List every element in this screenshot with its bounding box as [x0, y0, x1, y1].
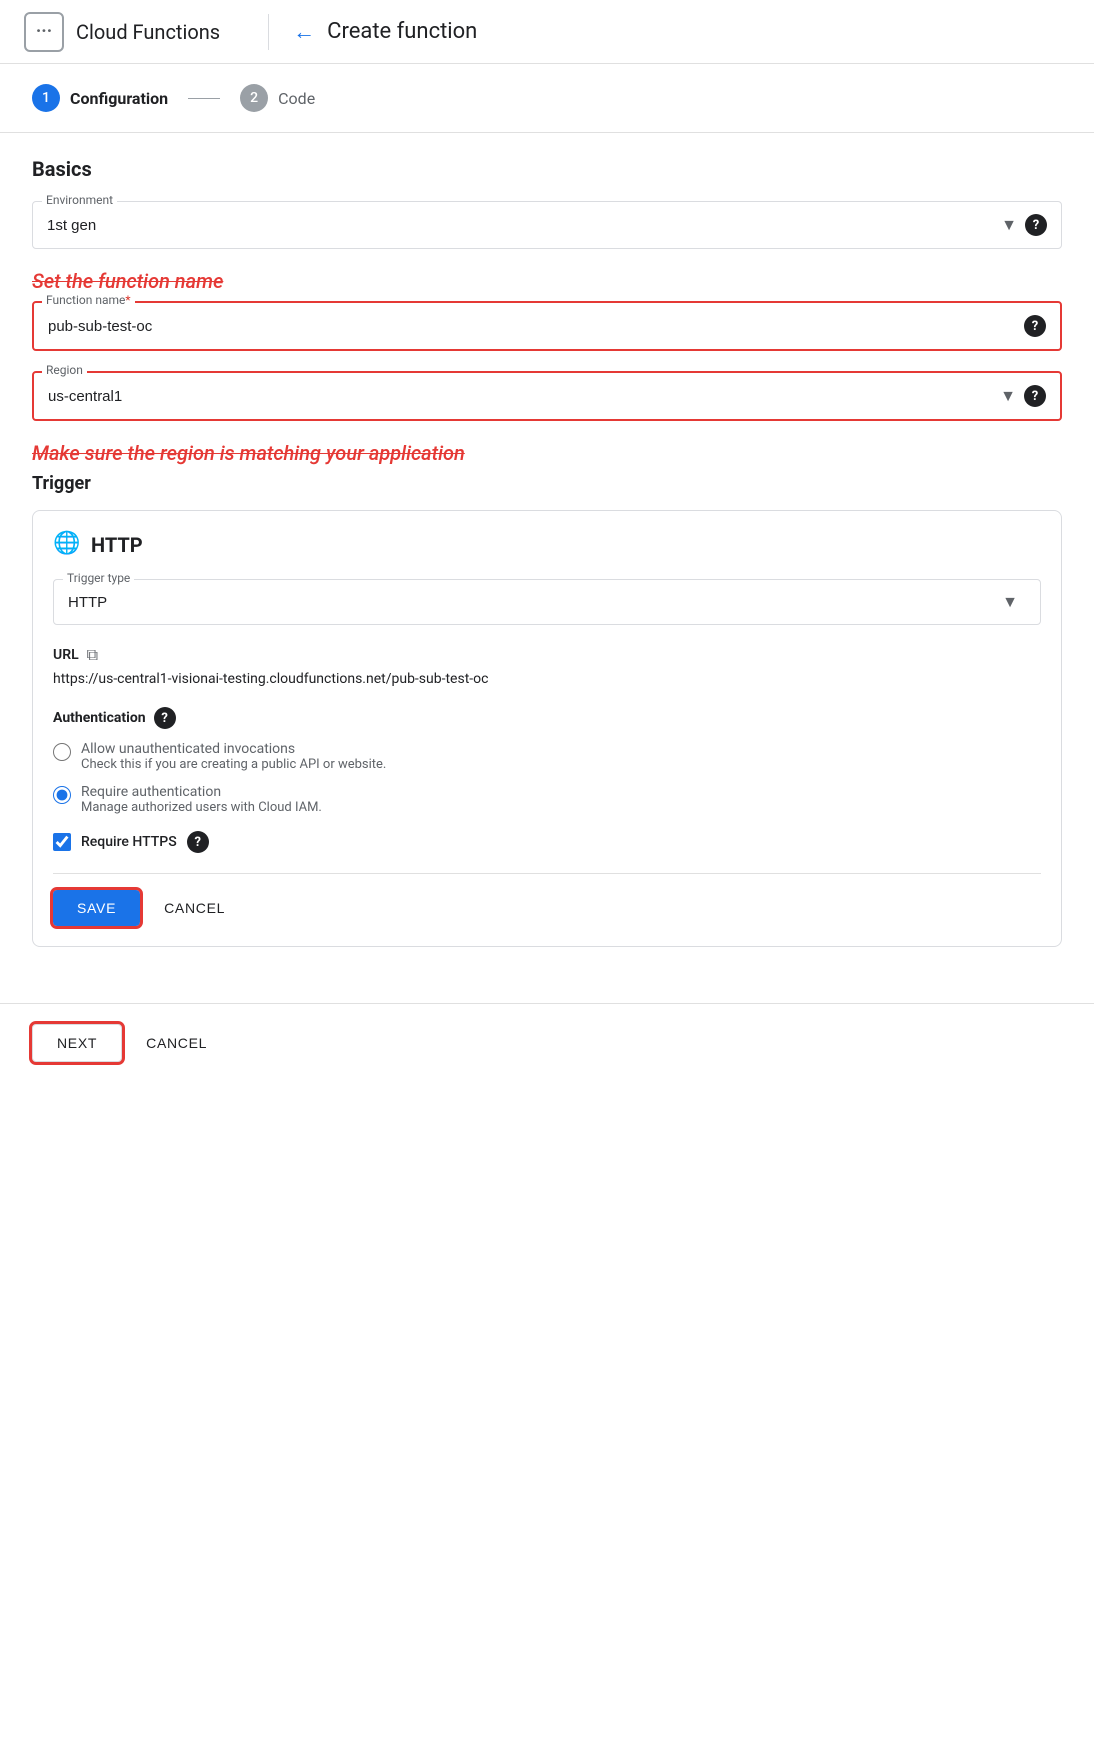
url-section: URL ⧉ https://us-central1-visionai-testi… [53, 645, 1041, 687]
back-arrow-icon[interactable]: ← [293, 19, 315, 45]
basics-title: Basics [32, 157, 1062, 181]
step-1-circle: 1 [32, 84, 60, 112]
step-1: 1 Configuration [32, 84, 168, 112]
annotation-function-name: Set the function name [32, 269, 1062, 293]
radio-auth-text: Require authentication Manage authorized… [81, 784, 322, 815]
environment-field: Environment ▼ ? [32, 201, 1062, 249]
globe-icon: 🌐 [53, 531, 81, 559]
trigger-type-field: Trigger type ▼ [53, 579, 1041, 625]
function-name-help-icon[interactable]: ? [1024, 315, 1046, 337]
step-2-label: Code [278, 89, 315, 108]
environment-dropdown-icon[interactable]: ▼ [1001, 215, 1017, 235]
region-input-wrapper: ▼ ? [32, 371, 1062, 421]
radio-auth-sub: Manage authorized users with Cloud IAM. [81, 800, 322, 815]
trigger-card-title: HTTP [91, 533, 143, 557]
cancel-button[interactable]: CANCEL [156, 890, 233, 926]
step-2: 2 Code [240, 84, 315, 112]
radio-unauth-text: Allow unauthenticated invocations Check … [81, 741, 386, 772]
trigger-card-header: 🌐 HTTP [53, 531, 1041, 559]
environment-help-icon[interactable]: ? [1025, 214, 1047, 236]
region-dropdown-icon[interactable]: ▼ [1000, 386, 1016, 406]
step-1-label: Configuration [70, 89, 168, 108]
main-content: Basics Environment ▼ ? Set the function … [0, 133, 1094, 995]
function-name-input[interactable] [48, 318, 1024, 335]
trigger-card: 🌐 HTTP Trigger type ▼ URL ⧉ https://us-c… [32, 510, 1062, 947]
function-name-field: Function name* ? [32, 301, 1062, 351]
environment-input[interactable] [47, 217, 1001, 234]
function-name-input-wrapper: ? [32, 301, 1062, 351]
logo-icon: ··· [24, 12, 64, 52]
region-help-icon[interactable]: ? [1024, 385, 1046, 407]
region-input[interactable] [48, 388, 1000, 405]
app-name: Cloud Functions [76, 20, 220, 44]
auth-help-icon[interactable]: ? [154, 707, 176, 729]
auth-section: Authentication ? Allow unauthenticated i… [53, 707, 1041, 853]
step-connector [188, 98, 220, 99]
environment-input-wrapper: ▼ ? [32, 201, 1062, 249]
trigger-type-input-wrapper: ▼ [53, 579, 1041, 625]
url-value: https://us-central1-visionai-testing.clo… [53, 671, 488, 687]
trigger-section-title: Trigger [32, 473, 1062, 494]
environment-label: Environment [42, 193, 117, 207]
required-marker: * [125, 293, 130, 307]
radio-unauthenticated: Allow unauthenticated invocations Check … [53, 741, 1041, 772]
cancel-bottom-button[interactable]: CANCEL [138, 1025, 215, 1061]
https-row: Require HTTPS ? [53, 831, 1041, 853]
card-actions: SAVE CANCEL [53, 873, 1041, 926]
app-logo: ··· Cloud Functions [24, 12, 220, 52]
bottom-actions: NEXT CANCEL [0, 1003, 1094, 1082]
header: ··· Cloud Functions ← Create function [0, 0, 1094, 64]
trigger-type-label: Trigger type [63, 571, 134, 585]
radio-unauth-input[interactable] [53, 743, 71, 761]
stepper: 1 Configuration 2 Code [0, 64, 1094, 133]
radio-auth-label: Require authentication [81, 784, 322, 800]
page-title: Create function [327, 19, 477, 44]
annotation-region: Make sure the region is matching your ap… [32, 441, 1062, 465]
radio-authenticated: Require authentication Manage authorized… [53, 784, 1041, 815]
step-2-circle: 2 [240, 84, 268, 112]
url-label-row: URL ⧉ [53, 645, 1041, 665]
copy-icon[interactable]: ⧉ [87, 645, 98, 665]
https-help-icon[interactable]: ? [187, 831, 209, 853]
next-button[interactable]: NEXT [32, 1024, 122, 1062]
save-button[interactable]: SAVE [53, 890, 140, 926]
https-label: Require HTTPS [81, 834, 177, 850]
https-checkbox[interactable] [53, 833, 71, 851]
radio-auth-input[interactable] [53, 786, 71, 804]
function-name-label: Function name* [42, 293, 135, 307]
trigger-type-input[interactable] [68, 594, 1002, 611]
radio-unauth-sub: Check this if you are creating a public … [81, 757, 386, 772]
region-label: Region [42, 363, 87, 377]
region-field: Region ▼ ? [32, 371, 1062, 421]
radio-unauth-label: Allow unauthenticated invocations [81, 741, 386, 757]
trigger-type-dropdown-icon[interactable]: ▼ [1002, 592, 1018, 612]
header-divider [268, 14, 269, 50]
url-label: URL [53, 647, 79, 663]
auth-label: Authentication [53, 710, 146, 726]
auth-label-row: Authentication ? [53, 707, 1041, 729]
